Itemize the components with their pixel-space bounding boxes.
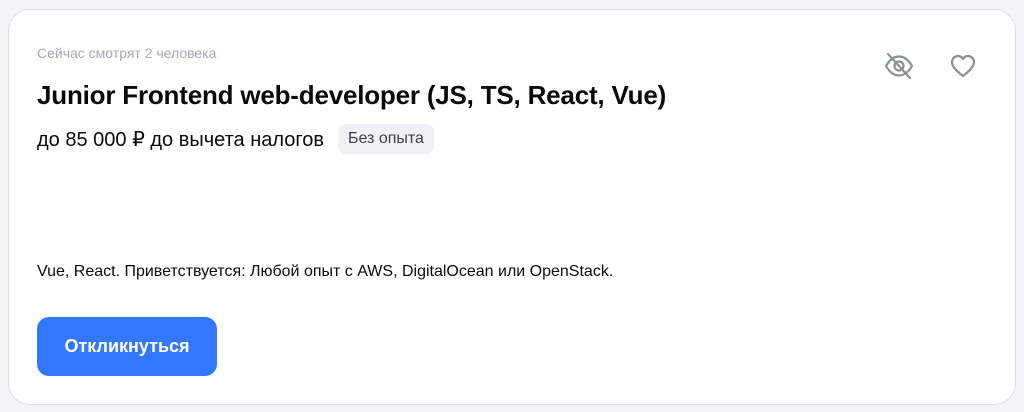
apply-button[interactable]: Откликнуться <box>37 317 217 376</box>
eye-off-icon <box>883 50 915 82</box>
vacancy-title[interactable]: Junior Frontend web-developer (JS, TS, R… <box>37 80 666 111</box>
salary: до 85 000 ₽ до вычета налогов <box>37 128 324 151</box>
vacancy-card[interactable]: Сейчас смотрят 2 человека Junior Fronten… <box>8 9 1016 405</box>
vacancy-snippet: Vue, React. Приветствуется: Любой опыт с… <box>37 263 614 280</box>
experience-badge: Без опыта <box>338 124 434 154</box>
favorite-button[interactable] <box>943 46 983 86</box>
heart-icon <box>948 51 978 81</box>
salary-row: до 85 000 ₽ до вычета налогов Без опыта <box>37 124 434 154</box>
viewers-count: Сейчас смотрят 2 человека <box>37 45 217 61</box>
hide-vacancy-button[interactable] <box>879 46 919 86</box>
